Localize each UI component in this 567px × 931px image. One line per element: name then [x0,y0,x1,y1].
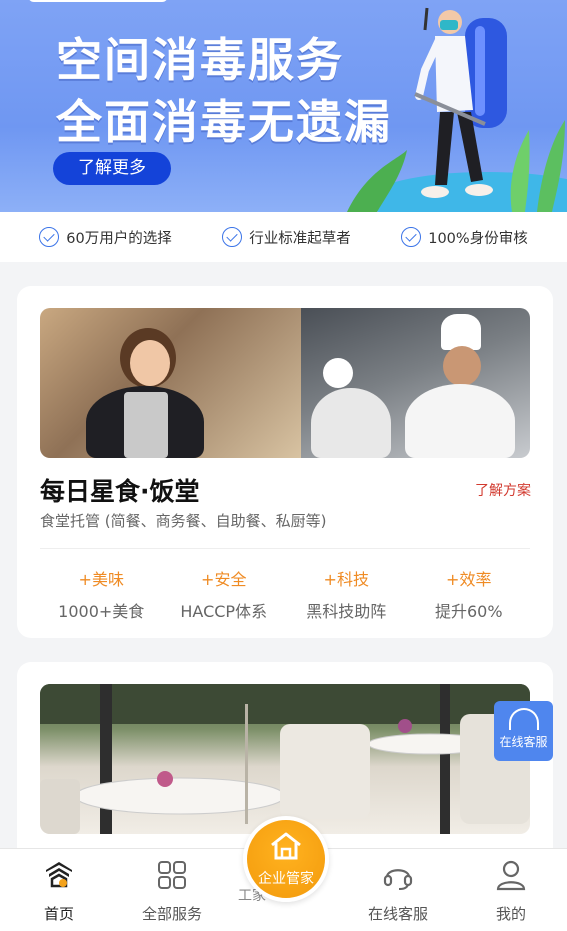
trust-strip: 60万用户的选择 行业标准起草者 100%身份审核 [0,212,567,262]
disinfection-worker-illustration [347,7,567,212]
trust-item-label: 100%身份审核 [428,230,528,247]
home-brand-icon [46,862,72,888]
trust-item-verification: 100%身份审核 [401,227,528,248]
feature-tech: +科技 黑科技助阵 [285,566,408,622]
trust-item-label: 60万用户的选择 [66,230,172,247]
lounge-illustration [40,684,530,834]
canteen-hall-image [40,308,301,458]
feature-tag: +美味 [78,570,124,589]
nav-all-services[interactable]: 全部服务 [132,859,212,924]
feature-desc: 1000+美食 [58,602,145,621]
nav-mine-label: 我的 [495,905,526,923]
nav-all-services-label: 全部服务 [141,905,202,923]
card-subtitle: 食堂托管 (简餐、商务餐、自助餐、私厨等) [40,512,327,530]
nav-home-label: 首页 [43,905,74,923]
promo-banner[interactable]: 空间消毒服务 全面消毒无遗漏 了解更多 [0,0,567,212]
grid-icon [158,861,186,889]
trust-item-standard: 行业标准起草者 [222,227,351,248]
feature-tag: +效率 [446,570,492,589]
feature-desc: 黑科技助阵 [306,602,387,621]
feature-list: +美味 1000+美食 +安全 HACCP体系 +科技 黑科技助阵 +效率 提升… [40,566,530,622]
feature-taste: +美味 1000+美食 [40,566,163,622]
nav-support-label: 在线客服 [367,905,428,923]
learn-plan-link[interactable]: 了解方案 [475,480,531,500]
learn-more-button[interactable]: 了解更多 [53,152,171,185]
feature-safety: +安全 HACCP体系 [163,566,286,622]
nav-home[interactable]: 首页 [19,859,99,924]
check-circle-icon [222,227,243,247]
nav-support[interactable]: 在线客服 [358,859,438,924]
chef-image [301,308,530,458]
lounge-photo [40,684,530,834]
feature-tag: +安全 [201,570,247,589]
user-icon [496,860,526,891]
feature-efficiency: +效率 提升60% [408,566,531,622]
check-circle-icon [401,227,422,247]
house-icon [271,832,301,860]
feature-desc: 提升60% [434,602,503,621]
check-circle-icon [39,227,60,247]
headset-icon [508,708,539,730]
enterprise-manager-label: 企业管家 [258,871,314,887]
headset-icon [383,869,413,890]
trust-item-label: 行业标准起草者 [249,230,351,247]
banner-top-tab [28,0,168,2]
enterprise-manager-button[interactable]: 企业管家 [243,816,329,902]
feature-desc: HACCP体系 [180,602,268,621]
floating-support-button[interactable]: 在线客服 [494,701,553,761]
service-card-canteen[interactable]: 每日星食·饭堂 了解方案 食堂托管 (简餐、商务餐、自助餐、私厨等) +美味 1… [17,286,553,638]
card-title: 每日星食·饭堂 [40,477,200,506]
canteen-photo [40,308,530,458]
feature-tag: +科技 [323,570,369,589]
nav-mine[interactable]: 我的 [471,859,551,924]
card-divider [40,548,530,549]
banner-title-line1: 空间消毒服务 [56,33,344,87]
floating-support-label: 在线客服 [499,735,548,749]
trust-item-users: 60万用户的选择 [39,227,172,248]
